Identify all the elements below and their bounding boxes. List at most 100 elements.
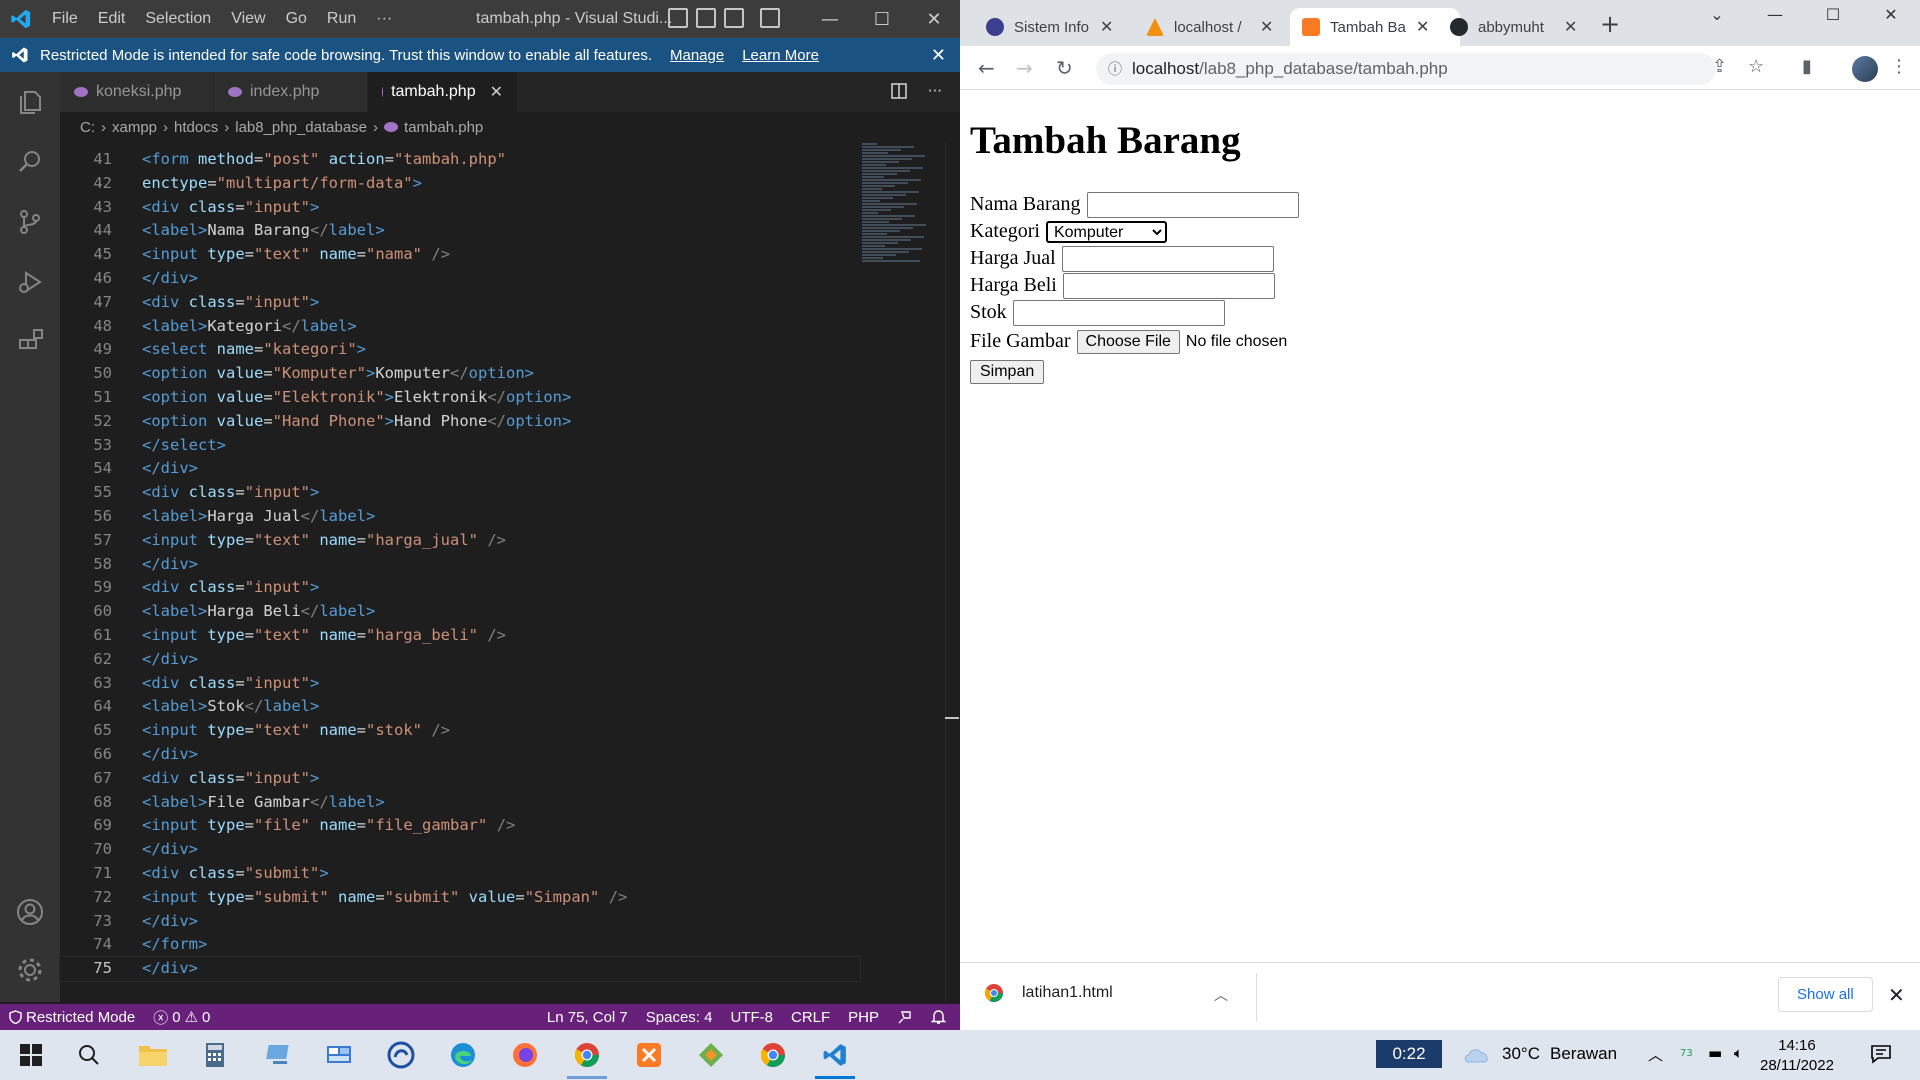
edge-browser-icon[interactable] xyxy=(446,1038,480,1072)
code-line[interactable]: 71 <div class="submit"> xyxy=(60,862,860,886)
tab-index-php[interactable]: index.php xyxy=(214,72,368,112)
share-icon[interactable]: ⇪ xyxy=(1712,56,1727,77)
encoding[interactable]: UTF-8 xyxy=(721,1009,782,1026)
code-line[interactable]: 47 <div class="input"> xyxy=(60,291,860,315)
code-line[interactable]: 64 <label>Stok</label> xyxy=(60,695,860,719)
sourcetree-icon[interactable] xyxy=(694,1038,728,1072)
screen-recorder-timer[interactable]: 0:22 xyxy=(1376,1040,1442,1068)
breadcrumb-item[interactable]: C: xyxy=(80,119,95,136)
maximize-icon[interactable]: ☐ xyxy=(1804,0,1862,28)
restricted-mode-status[interactable]: Restricted Mode xyxy=(0,1009,144,1026)
simpan-button[interactable]: Simpan xyxy=(970,359,1045,384)
code-line[interactable]: 67 <div class="input"> xyxy=(60,767,860,791)
toggle-sidebar-icon[interactable] xyxy=(668,8,688,28)
menu-more[interactable]: ··· xyxy=(366,10,402,28)
banner-learn-more-link[interactable]: Learn More xyxy=(742,47,819,64)
code-line[interactable]: 48 <label>Kategori</label> xyxy=(60,315,860,339)
code-line[interactable]: 55 <div class="input"> xyxy=(60,481,860,505)
browser-tab-tambah-barang[interactable]: Tambah Ba ✕ xyxy=(1290,8,1460,46)
download-item[interactable]: latihan1.html xyxy=(984,983,1113,1003)
code-line[interactable]: 75 </div> xyxy=(59,956,861,982)
more-actions-icon[interactable]: ··· xyxy=(928,82,942,100)
browser-tab-sistem-info[interactable]: Sistem Info ✕ xyxy=(974,8,1125,46)
code-line[interactable]: 44 <label>Nama Barang</label> xyxy=(60,219,860,243)
banner-close-icon[interactable]: ✕ xyxy=(931,45,946,66)
profile-avatar[interactable] xyxy=(1852,56,1878,82)
volume-icon[interactable]: 🔈︎ xyxy=(1734,1044,1743,1062)
cursor-position[interactable]: Ln 75, Col 7 xyxy=(538,1009,637,1026)
reload-icon[interactable]: ↻ xyxy=(1056,56,1073,80)
chrome-profile-icon[interactable] xyxy=(756,1038,790,1072)
notification-center-icon[interactable] xyxy=(1870,1044,1892,1064)
customize-layout-icon[interactable] xyxy=(760,8,780,28)
browser-tab-phpmyadmin[interactable]: localhost / ✕ xyxy=(1134,8,1285,46)
feedback-icon[interactable] xyxy=(888,1009,922,1025)
code-line[interactable]: 60 <label>Harga Beli</label> xyxy=(60,600,860,624)
editor-scrollbar[interactable] xyxy=(945,142,959,1002)
run-debug-icon[interactable] xyxy=(0,252,60,312)
windows-start-icon[interactable] xyxy=(14,1038,48,1072)
chevron-up-icon[interactable]: ︿ xyxy=(1214,985,1228,1005)
close-icon[interactable]: ✕ xyxy=(908,0,960,38)
forward-arrow-icon[interactable]: → xyxy=(1016,56,1033,80)
code-line[interactable]: 72 <input type="submit" name="submit" val… xyxy=(60,886,860,910)
banner-manage-link[interactable]: Manage xyxy=(670,47,724,64)
system-clock[interactable]: 14:16 28/11/2022 xyxy=(1760,1036,1834,1076)
tab-tambah-php[interactable]: tambah.php ✕ xyxy=(368,72,518,112)
line-endings[interactable]: CRLF xyxy=(782,1009,839,1026)
code-line[interactable]: 52 <option value="Hand Phone">Hand Phone<… xyxy=(60,410,860,434)
toggle-panel-icon[interactable] xyxy=(696,8,716,28)
notifications-bell-icon[interactable] xyxy=(922,1009,960,1025)
chrome-icon[interactable] xyxy=(570,1038,604,1072)
browser-tab-github[interactable]: abbymuht ✕ xyxy=(1438,8,1589,46)
stok-input[interactable] xyxy=(1012,299,1225,326)
menu-edit[interactable]: Edit xyxy=(88,10,136,28)
menu-run[interactable]: Run xyxy=(317,10,366,28)
settings-gear-icon[interactable] xyxy=(0,940,60,1000)
search-icon[interactable] xyxy=(0,132,60,192)
tab-close-icon[interactable]: ✕ xyxy=(1260,17,1273,37)
side-panel-icon[interactable]: ▮ xyxy=(1802,56,1812,77)
code-line[interactable]: 68 <label>File Gambar</label> xyxy=(60,791,860,815)
breadcrumb-item[interactable]: xampp xyxy=(112,119,157,136)
firefox-icon[interactable] xyxy=(508,1038,542,1072)
calculator-icon[interactable] xyxy=(198,1038,232,1072)
code-line[interactable]: 61 <input type="text" name="harga_beli" /… xyxy=(60,624,860,648)
site-info-icon[interactable]: ⓘ xyxy=(1108,59,1122,79)
code-line[interactable]: 53 </select> xyxy=(60,434,860,458)
tab-search-chevron-down-icon[interactable]: ⌄ xyxy=(1688,0,1746,28)
code-line[interactable]: 45 <input type="text" name="nama" /> xyxy=(60,243,860,267)
minimize-icon[interactable]: — xyxy=(804,0,856,38)
menu-view[interactable]: View xyxy=(221,10,275,28)
code-line[interactable]: 62 </div> xyxy=(60,648,860,672)
kategori-select[interactable]: Komputer xyxy=(1045,220,1167,243)
breadcrumb-item[interactable]: lab8_php_database xyxy=(235,119,367,136)
desktop-app-icon[interactable] xyxy=(262,1038,296,1072)
close-icon[interactable]: ✕ xyxy=(1862,0,1920,28)
tab-close-icon[interactable]: ✕ xyxy=(1100,17,1113,37)
code-line[interactable]: 59 <div class="input"> xyxy=(60,576,860,600)
code-line[interactable]: 63 <div class="input"> xyxy=(60,672,860,696)
accounts-icon[interactable] xyxy=(0,882,60,942)
download-bar-close-icon[interactable]: ✕ xyxy=(1888,983,1905,1007)
bookmark-star-icon[interactable]: ☆ xyxy=(1748,56,1764,77)
code-line[interactable]: 41 <form method="post" action="tambah.php… xyxy=(60,148,860,172)
code-line[interactable]: 70 </div> xyxy=(60,838,860,862)
code-line[interactable]: 46 </div> xyxy=(60,267,860,291)
problems-status[interactable]: ⓧ 0 ⚠ 0 xyxy=(144,1007,219,1028)
maximize-icon[interactable]: ☐ xyxy=(856,0,908,38)
toggle-secondary-sidebar-icon[interactable] xyxy=(724,8,744,28)
code-line[interactable]: 57 <input type="text" name="harga_jual" /… xyxy=(60,529,860,553)
code-line[interactable]: 73 </div> xyxy=(60,910,860,934)
menu-file[interactable]: File xyxy=(42,10,88,28)
breadcrumb-item[interactable]: htdocs xyxy=(174,119,218,136)
chrome-menu-icon[interactable]: ⋮ xyxy=(1890,56,1908,77)
tab-close-icon[interactable]: ✕ xyxy=(1564,17,1577,37)
harga-beli-input[interactable] xyxy=(1062,272,1275,299)
split-editor-icon[interactable] xyxy=(890,82,908,100)
source-control-icon[interactable] xyxy=(0,192,60,252)
code-line[interactable]: 65 <input type="text" name="stok" /> xyxy=(60,719,860,743)
language-mode[interactable]: PHP xyxy=(839,1009,888,1026)
tab-close-icon[interactable]: ✕ xyxy=(490,82,503,102)
search-icon[interactable] xyxy=(72,1038,106,1072)
